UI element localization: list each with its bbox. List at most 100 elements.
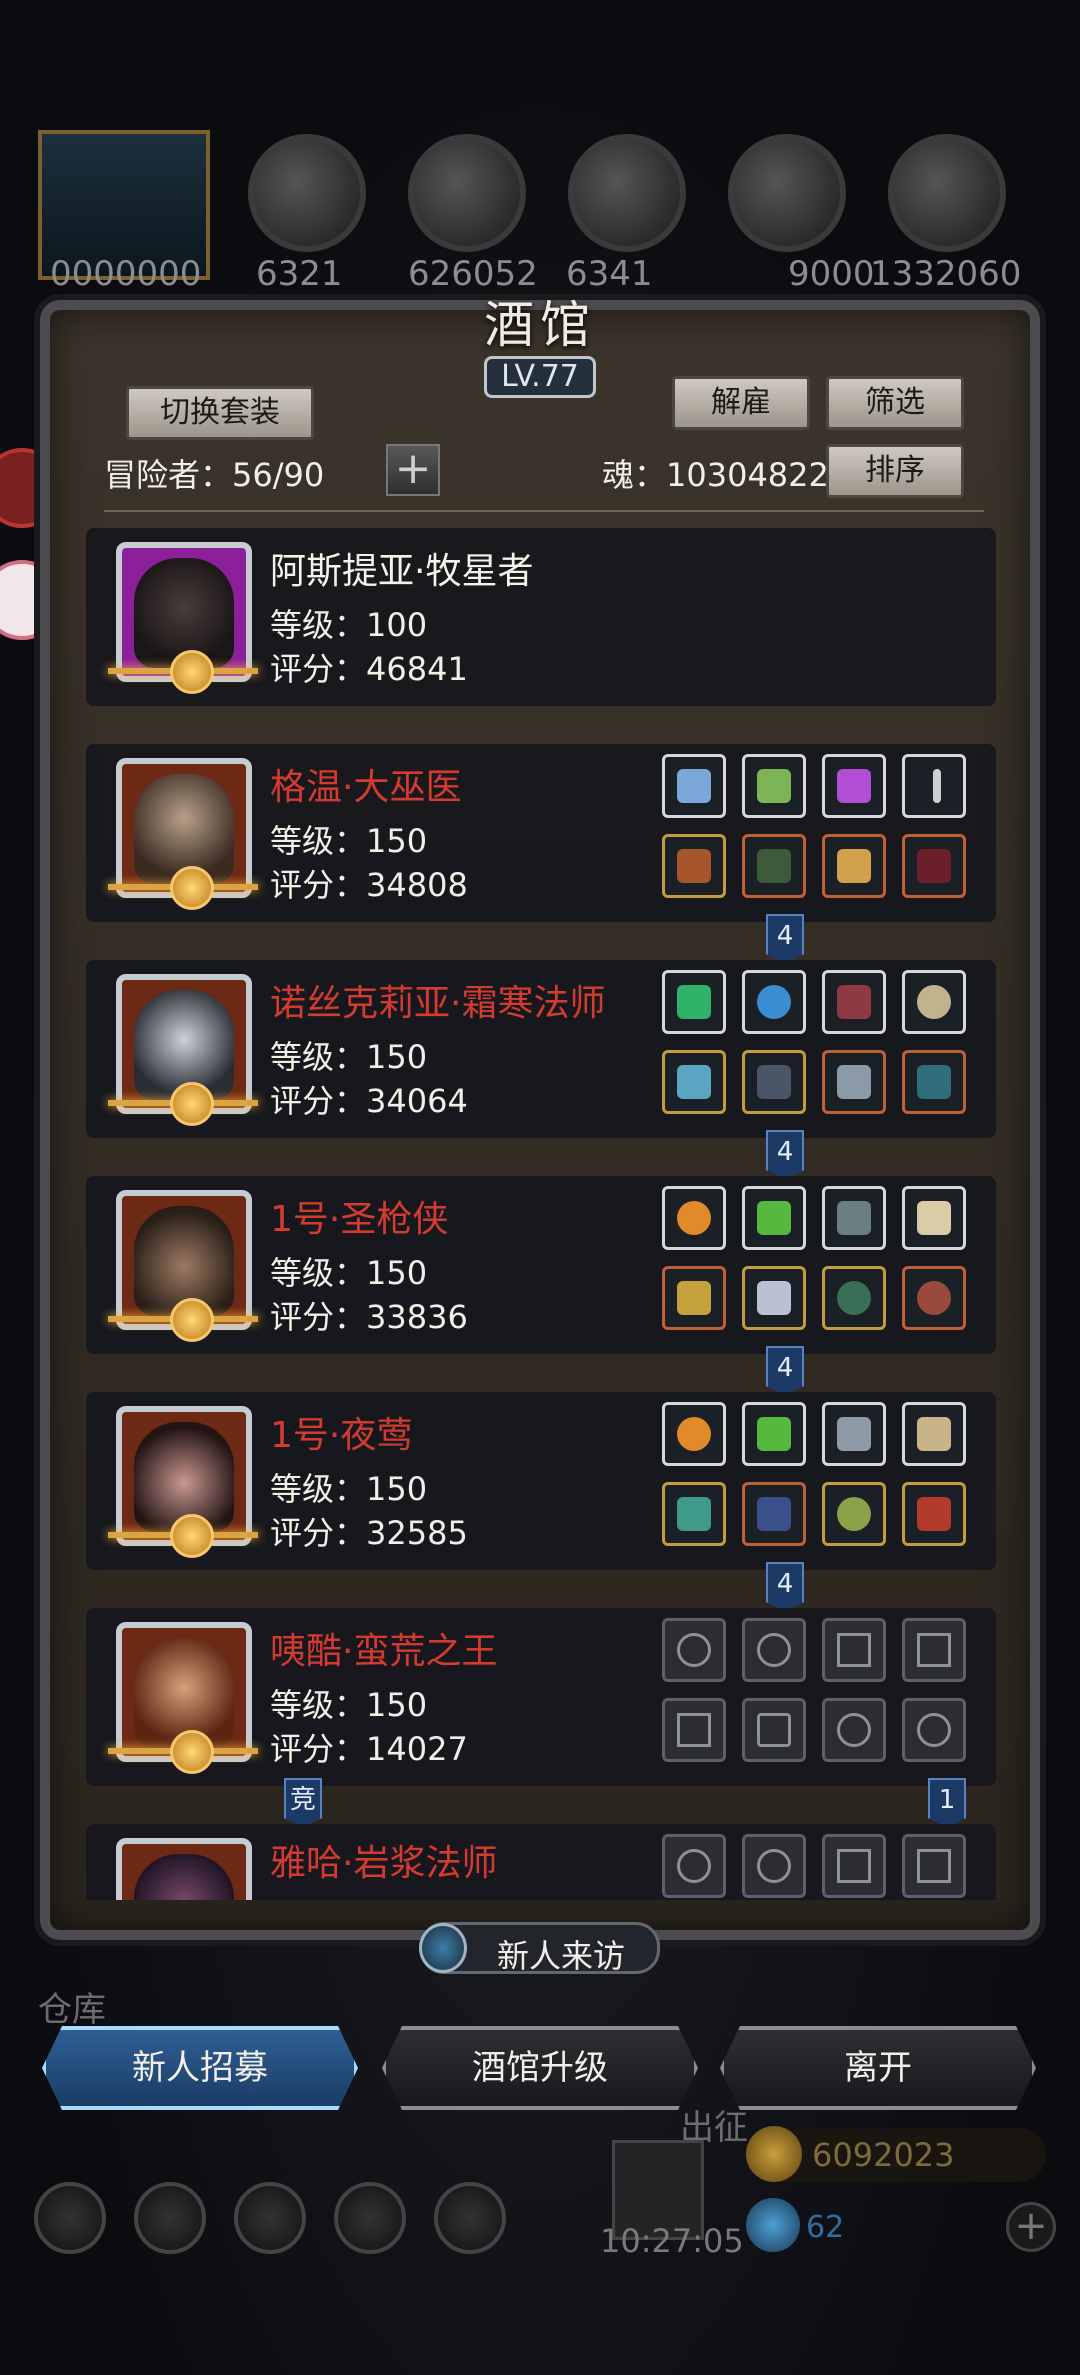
- adventurer-level: 等级：100: [270, 606, 428, 644]
- gold-amount: 6092023: [812, 2136, 955, 2174]
- new-visitor-button[interactable]: 新人来访: [419, 1922, 660, 1975]
- add-gems-button[interactable]: +: [1006, 2202, 1056, 2252]
- gem-icon: [746, 2198, 800, 2252]
- tavern-title-wrap: 酒馆: [0, 285, 1080, 357]
- set-count-tag: 4: [766, 1346, 804, 1396]
- map-icon[interactable]: [434, 2182, 506, 2254]
- equipment-slot[interactable]: [742, 754, 806, 818]
- page-title: 酒馆: [484, 296, 596, 354]
- rank-medal-icon: [170, 1082, 214, 1126]
- adventurer-card[interactable]: 1号·圣枪侠 等级：150 评分：33836: [86, 1176, 996, 1356]
- equipment-slot[interactable]: [822, 1482, 886, 1546]
- adventurer-level: 等级：150: [270, 1470, 428, 1508]
- mail-icon[interactable]: [334, 2182, 406, 2254]
- equipment-slot[interactable]: [902, 1482, 966, 1546]
- adventurer-name: 雅哈·岩浆法师: [270, 1843, 498, 1884]
- equipment-slot[interactable]: [902, 1266, 966, 1330]
- equipment-slot[interactable]: [662, 754, 726, 818]
- equipment-slot[interactable]: [662, 1186, 726, 1250]
- equipment-slot[interactable]: [662, 1482, 726, 1546]
- adventurer-card[interactable]: 阿斯提亚·牧星者 等级：100 评分：46841: [86, 528, 996, 708]
- equipment-slot[interactable]: [742, 970, 806, 1034]
- adventurer-score: 评分：33836: [270, 1298, 468, 1336]
- upgrade-tavern-button[interactable]: 酒馆升级: [382, 2026, 698, 2110]
- adventurer-count: 冒险者：56/90: [104, 456, 325, 494]
- equipment-slot[interactable]: [822, 1402, 886, 1466]
- empty-ring-slot[interactable]: [822, 1698, 886, 1762]
- rank-medal-icon: [170, 1514, 214, 1558]
- adventurer-level: 等级：150: [270, 1038, 428, 1076]
- equipment-slot[interactable]: [822, 1050, 886, 1114]
- resource-orb: [568, 134, 686, 252]
- rank-medal-icon: [170, 1298, 214, 1342]
- empty-necklace-slot[interactable]: [662, 1834, 726, 1898]
- equipment-slot[interactable]: [822, 1186, 886, 1250]
- empty-hourglass-slot[interactable]: [822, 1834, 886, 1898]
- equipment-slot[interactable]: [902, 1050, 966, 1114]
- recruit-button[interactable]: 新人招募: [42, 2026, 358, 2110]
- rank-medal-icon: [170, 650, 214, 694]
- adventurer-level: 等级：150: [270, 1686, 428, 1724]
- equipment-slot[interactable]: [662, 834, 726, 898]
- sort-button[interactable]: 排序: [826, 444, 964, 498]
- equipment-slot[interactable]: [822, 970, 886, 1034]
- tower-icon[interactable]: [234, 2182, 306, 2254]
- equipment-slot[interactable]: [662, 970, 726, 1034]
- equipment-slot[interactable]: [902, 1402, 966, 1466]
- equipment-slot[interactable]: [662, 1266, 726, 1330]
- equipment-slot[interactable]: [902, 970, 966, 1034]
- clock-icon: [419, 1923, 467, 1973]
- empty-hourglass-slot[interactable]: [822, 1618, 886, 1682]
- adventurer-level: 等级：150: [270, 822, 428, 860]
- adventurer-list[interactable]: 阿斯提亚·牧星者 等级：100 评分：46841 格温·大巫医 等级：150 评…: [86, 528, 996, 1900]
- divider: [104, 510, 984, 512]
- top-resource-bar: 0000000 6321 626052 6341 9000 1332060: [0, 120, 1080, 294]
- adventurer-name: 1号·圣枪侠: [270, 1199, 449, 1240]
- tavern-level-badge: LV.77: [484, 356, 596, 398]
- filter-button[interactable]: 筛选: [826, 376, 964, 430]
- resource-orb: [248, 134, 366, 252]
- empty-armor-slot[interactable]: [742, 1698, 806, 1762]
- adventurer-card[interactable]: 诺丝克莉亚·霜寒法师 等级：150 评分：34064: [86, 960, 996, 1140]
- empty-hourglass-slot[interactable]: [902, 1834, 966, 1898]
- empty-ring-slot[interactable]: [902, 1698, 966, 1762]
- dismiss-button[interactable]: 解雇: [672, 376, 810, 430]
- empty-weapon-slot[interactable]: [662, 1698, 726, 1762]
- resource-orb: [888, 134, 1006, 252]
- adventurer-name: 格温·大巫医: [270, 767, 462, 808]
- adventurer-level: 等级：150: [270, 1254, 428, 1292]
- adventurer-card[interactable]: 咦酷·蛮荒之王 等级：150 评分：14027: [86, 1608, 996, 1788]
- switch-set-button[interactable]: 切换套装: [126, 386, 314, 440]
- set-count-tag: 1: [928, 1778, 966, 1828]
- adventurer-name: 1号·夜莺: [270, 1415, 413, 1456]
- add-slot-button[interactable]: +: [386, 444, 440, 496]
- empty-flame-slot[interactable]: [742, 1834, 806, 1898]
- empty-necklace-slot[interactable]: [662, 1618, 726, 1682]
- equipment-slot[interactable]: [822, 754, 886, 818]
- achievement-icon[interactable]: [134, 2182, 206, 2254]
- adventurer-card[interactable]: 雅哈·岩浆法师: [86, 1824, 996, 1900]
- empty-hourglass-slot[interactable]: [902, 1618, 966, 1682]
- equipment-slot[interactable]: [902, 834, 966, 898]
- adventurer-card[interactable]: 格温·大巫医 等级：150 评分：34808: [86, 744, 996, 924]
- equipment-slot[interactable]: [902, 1186, 966, 1250]
- set-count-tag: 4: [766, 1562, 804, 1612]
- equipment-slot[interactable]: [742, 834, 806, 898]
- empty-flame-slot[interactable]: [742, 1618, 806, 1682]
- adventurer-name: 诺丝克莉亚·霜寒法师: [270, 983, 606, 1024]
- equipment-slot[interactable]: [822, 834, 886, 898]
- equipment-slot[interactable]: [742, 1186, 806, 1250]
- settings-icon[interactable]: [34, 2182, 106, 2254]
- equipment-slot[interactable]: [742, 1266, 806, 1330]
- equipment-slot[interactable]: [742, 1402, 806, 1466]
- equipment-slot[interactable]: [662, 1050, 726, 1114]
- equipment-slot[interactable]: [742, 1050, 806, 1114]
- adventurer-card[interactable]: 1号·夜莺 等级：150 评分：32585: [86, 1392, 996, 1572]
- gold-coin-icon: [746, 2126, 802, 2182]
- equipment-slot[interactable]: [902, 754, 966, 818]
- adventurer-score: 评分：34808: [270, 866, 468, 904]
- equipment-slot[interactable]: [742, 1482, 806, 1546]
- equipment-slot[interactable]: [822, 1266, 886, 1330]
- leave-button[interactable]: 离开: [720, 2026, 1036, 2110]
- equipment-slot[interactable]: [662, 1402, 726, 1466]
